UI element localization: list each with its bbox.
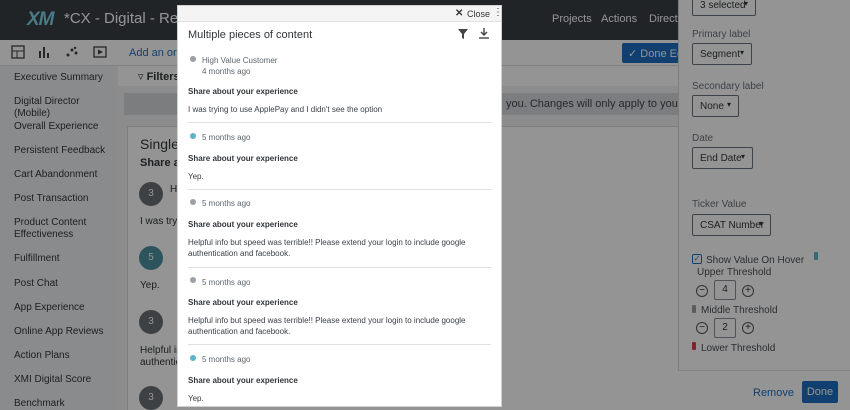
list-item[interactable]: 5 months ago Share about your experience… [188,190,491,268]
close-button[interactable]: Close [467,9,490,19]
respondent-name: High Value Customer [202,56,278,65]
response-text: Yep. [188,172,204,181]
status-dot [190,355,196,361]
response-text: Yep. [188,394,204,403]
response-text: I was trying to use ApplePay and I didn'… [188,105,383,114]
status-dot [190,133,196,139]
list-item[interactable]: 5 months ago Share about your experience… [188,123,491,190]
question-label: Share about your experience [188,220,298,229]
status-dot [190,277,196,283]
content-modal: ✕ Close ⋮ Multiple pieces of content Hig… [177,5,502,407]
question-label: Share about your experience [188,154,298,163]
timestamp: 5 months ago [202,199,251,208]
timestamp: 5 months ago [202,278,251,287]
modal-title: Multiple pieces of content [188,29,313,41]
question-label: Share about your experience [188,298,298,307]
modal-topbar [178,6,501,22]
question-label: Share about your experience [188,376,298,385]
response-text: Helpful info but speed was terrible!! Pl… [188,316,466,336]
question-label: Share about your experience [188,87,298,96]
close-icon[interactable]: ✕ [455,8,463,19]
more-options-icon[interactable]: ⋮ [493,7,501,18]
timestamp: 5 months ago [202,355,251,364]
status-dot [190,199,196,205]
list-item[interactable]: 5 months ago Share about your experience… [188,345,491,406]
list-item[interactable]: 5 months ago Share about your experience… [188,268,491,345]
timestamp: 5 months ago [202,133,251,142]
list-item[interactable]: High Value Customer 4 months ago Share a… [188,53,491,123]
timestamp: 4 months ago [202,67,251,76]
response-text: Helpful info but speed was terrible!! Pl… [188,238,466,258]
filter-icon[interactable] [458,29,468,39]
download-icon[interactable] [479,28,489,39]
status-dot [190,56,196,62]
